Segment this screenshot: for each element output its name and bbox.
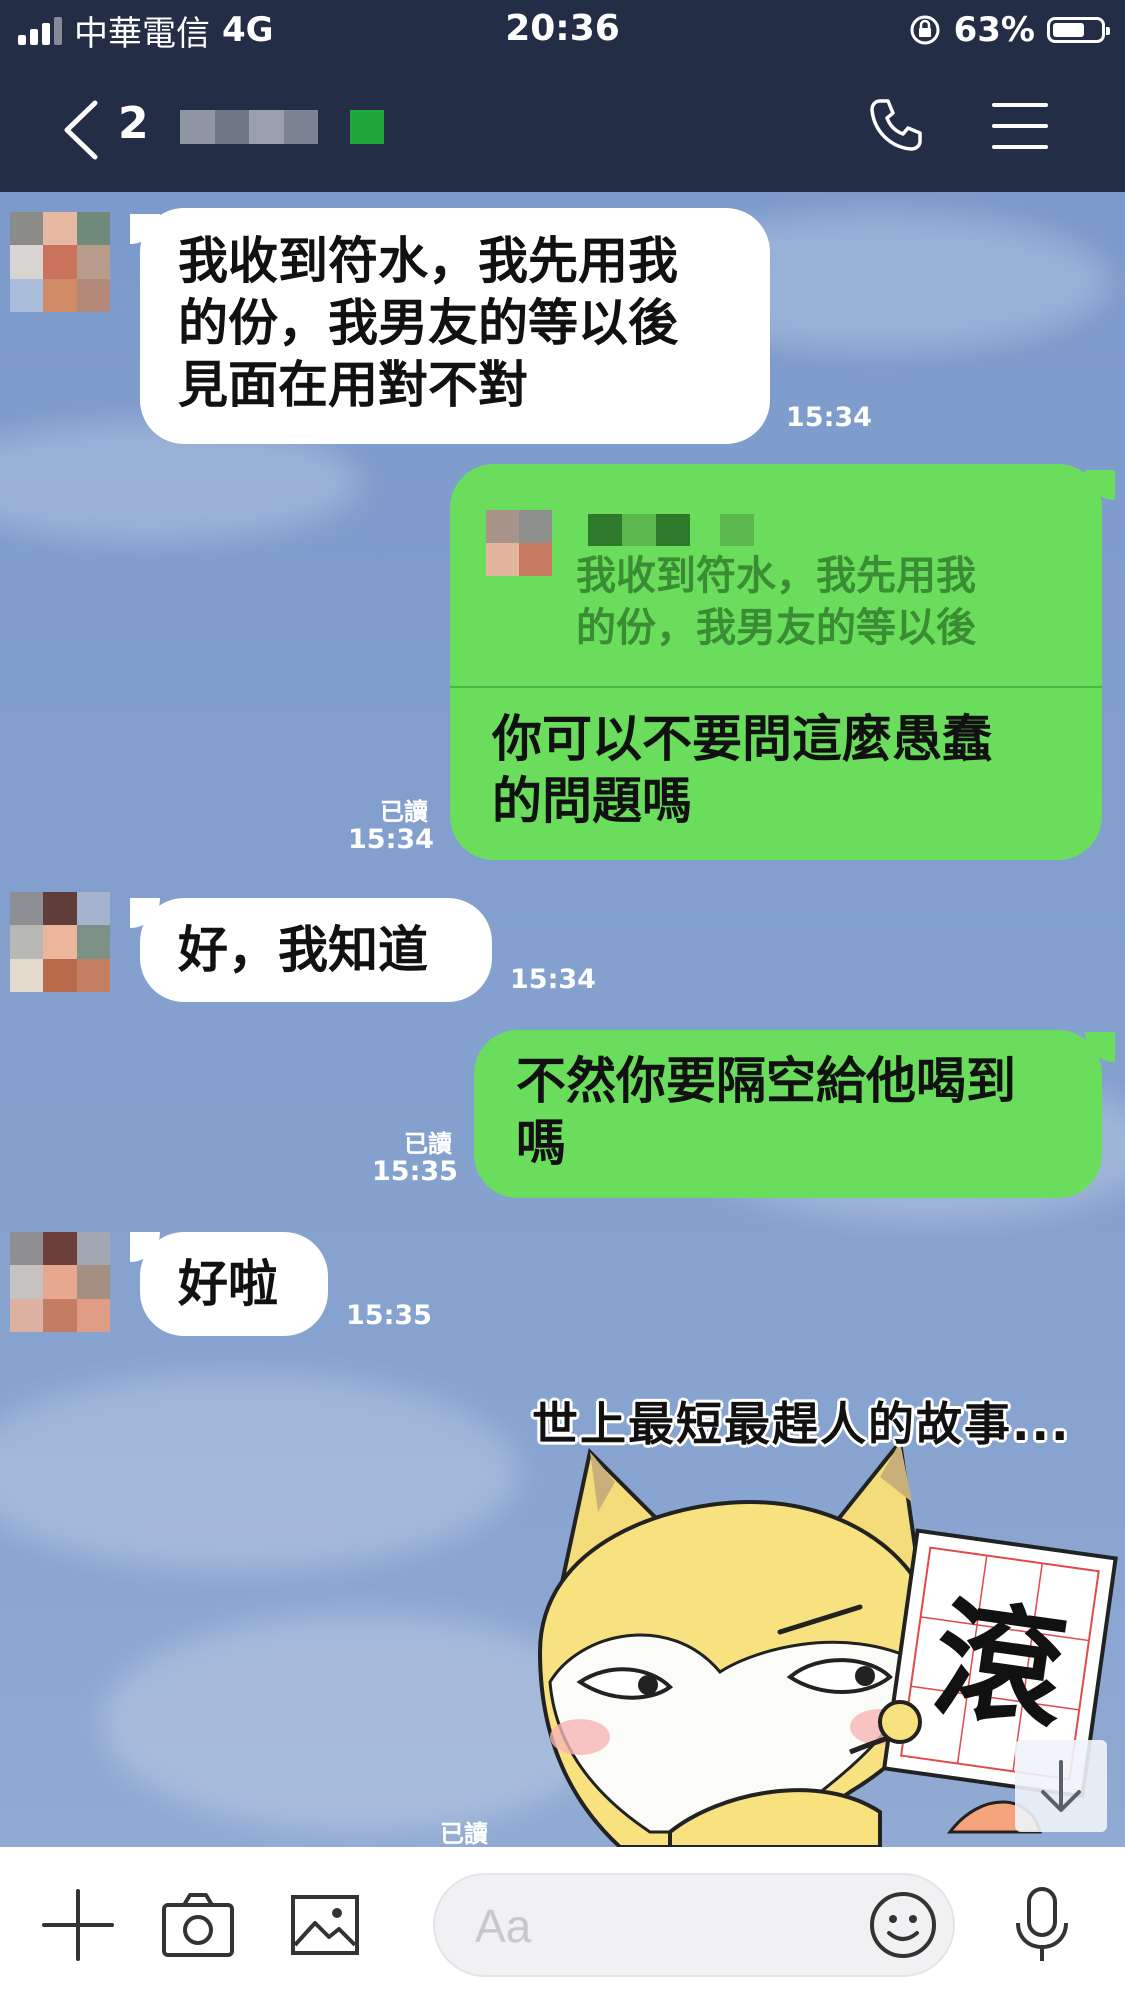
sticker-caption: 世上最短最趕人的故事... xyxy=(532,1397,1071,1451)
quote-text-line: 的份，我男友的等以後 xyxy=(576,605,976,651)
message-time: 15:34 xyxy=(510,964,596,995)
member-count: 2 xyxy=(118,98,149,149)
message-text-line: 見面在用對不對 xyxy=(178,356,528,414)
message-bubble-incoming[interactable]: 我收到符水，我先用我 的份，我男友的等以後 見面在用對不對 xyxy=(140,208,770,444)
message-text-line: 好，我知道 xyxy=(178,921,428,979)
status-right: 63% xyxy=(908,8,1110,52)
camera-icon[interactable] xyxy=(158,1885,238,1965)
message-text-line: 你可以不要問這麼愚蠢 xyxy=(492,710,992,768)
avatar[interactable] xyxy=(10,892,110,992)
message-text-line: 的份，我男友的等以後 xyxy=(178,294,678,352)
chat-area[interactable]: 我收到符水，我先用我 的份，我男友的等以後 見面在用對不對 15:34 我收到符… xyxy=(0,192,1125,1847)
message-bubble-outgoing[interactable]: 不然你要隔空給他喝到 嗎 xyxy=(474,1030,1102,1198)
read-receipt: 已讀 xyxy=(440,1820,488,1847)
read-receipt: 已讀 xyxy=(380,798,428,826)
image-icon[interactable] xyxy=(285,1885,365,1965)
hamburger-icon[interactable] xyxy=(992,103,1048,149)
quote-avatar xyxy=(486,510,552,576)
phone-icon[interactable] xyxy=(866,95,926,155)
message-input[interactable] xyxy=(473,1875,857,1977)
message-time: 15:35 xyxy=(372,1156,458,1187)
message-bubble-incoming[interactable]: 好啦 xyxy=(140,1232,328,1336)
microphone-icon[interactable] xyxy=(1002,1885,1082,1965)
quote-sender-redacted xyxy=(588,514,754,546)
message-time: 15:34 xyxy=(348,824,434,855)
avatar[interactable] xyxy=(10,1232,110,1332)
chat-name-redacted-mark xyxy=(350,110,384,144)
message-text-line: 不然你要隔空給他喝到 xyxy=(516,1052,1016,1110)
read-receipt: 已讀 xyxy=(404,1130,452,1158)
quote-text-line: 我收到符水，我先用我 xyxy=(576,553,976,599)
arrow-down-icon[interactable] xyxy=(1015,1740,1107,1832)
orientation-lock-icon xyxy=(910,15,940,45)
message-bubble-incoming[interactable]: 好，我知道 xyxy=(140,898,492,1002)
message-time: 15:34 xyxy=(786,402,872,433)
bg-cloud xyxy=(0,1372,520,1572)
quote-divider xyxy=(450,686,1102,688)
message-text-line: 我收到符水，我先用我 xyxy=(178,232,678,290)
message-text: 你可以不要問這麼愚蠢 的問題嗎 xyxy=(492,708,992,832)
message-time: 15:35 xyxy=(346,1300,432,1331)
message-input-container[interactable] xyxy=(433,1873,955,1977)
avatar[interactable] xyxy=(10,212,110,312)
message-text-line: 好啦 xyxy=(178,1255,278,1313)
message-bubble-outgoing[interactable]: 我收到符水，我先用我 的份，我男友的等以後 你可以不要問這麼愚蠢 的問題嗎 xyxy=(450,464,1102,860)
top-bar: 中華電信 4G 20:36 63% 2 xyxy=(0,0,1125,192)
smiley-icon[interactable] xyxy=(867,1889,939,1961)
chevron-left-icon[interactable] xyxy=(55,95,115,165)
sticker-sign-text: 滾 xyxy=(925,1582,1075,1751)
chat-name-redacted xyxy=(180,110,318,144)
input-bar xyxy=(0,1847,1125,2001)
quote-text: 我收到符水，我先用我 的份，我男友的等以後 xyxy=(576,550,976,654)
message-text-line: 嗎 xyxy=(516,1114,566,1172)
battery-percent: 63% xyxy=(953,10,1035,50)
message-text-line: 的問題嗎 xyxy=(492,772,692,830)
plus-icon[interactable] xyxy=(38,1885,118,1965)
battery-icon xyxy=(1047,17,1110,43)
